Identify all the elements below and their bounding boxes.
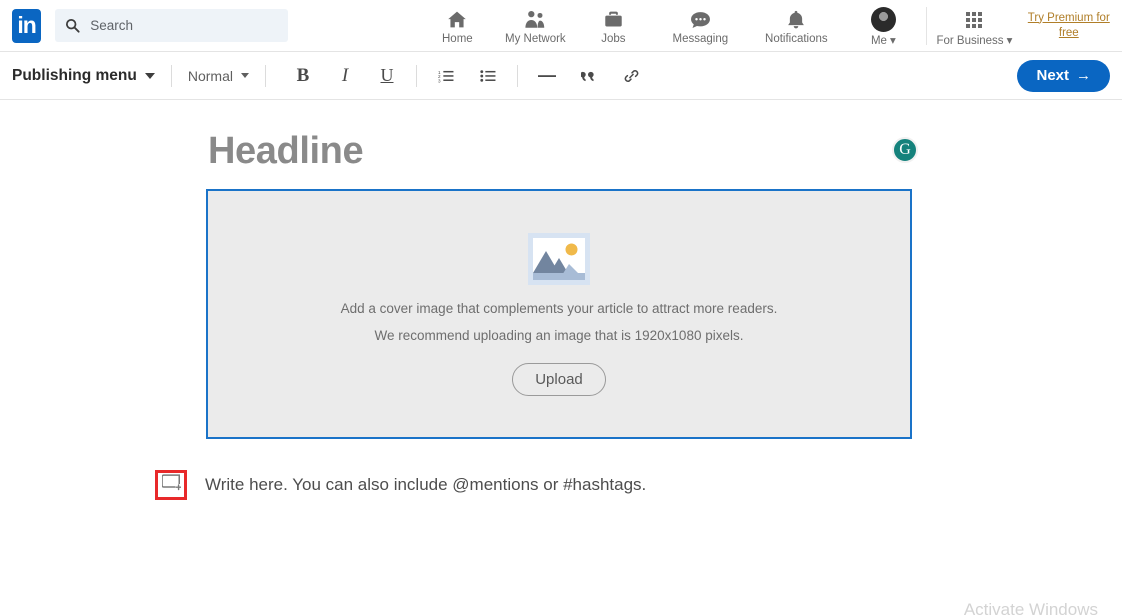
nav-item-home[interactable]: Home [418,4,496,45]
people-icon [523,8,547,31]
headline-input[interactable]: Headline [206,124,912,183]
italic-button[interactable]: I [332,62,358,90]
grammarly-badge-icon[interactable]: G [892,137,918,163]
nav-item-messaging[interactable]: Messaging [652,4,748,45]
nav-label-for-business: For Business ▾ [936,33,1012,47]
bullet-list-button[interactable] [475,62,501,90]
try-premium-link[interactable]: Try Premium for free [1028,11,1110,41]
nav-label-notifications: Notifications [765,33,828,45]
nav-items-group: Home My Network [418,4,922,47]
next-button[interactable]: Next → [1017,60,1110,92]
chevron-down-icon-business: ▾ [1007,33,1013,47]
home-icon [446,8,468,31]
add-content-block-icon [162,474,181,496]
nav-label-home: Home [442,33,473,45]
search-icon [65,18,80,33]
nav-label-messaging: Messaging [673,33,729,45]
publishing-menu-label: Publishing menu [12,67,137,85]
horizontal-rule-button[interactable] [534,62,560,90]
bell-icon [786,8,806,31]
chevron-down-icon-style [241,73,249,78]
cover-image-dropzone[interactable]: Add a cover image that complements your … [206,189,912,439]
cover-instruction-line-2: We recommend uploading an image that is … [375,328,744,343]
upload-button[interactable]: Upload [512,363,606,396]
headline-row: Headline G [206,124,912,183]
toolbar-separator-2 [265,65,266,87]
linkedin-logo-icon[interactable]: in [12,9,41,43]
bold-button[interactable]: B [290,62,316,90]
nav-label-jobs: Jobs [601,33,625,45]
top-navigation-bar: in Search Home [0,0,1122,52]
publishing-menu-dropdown[interactable]: Publishing menu [12,67,155,85]
toolbar-separator-3 [416,65,417,87]
nav-label-my-network: My Network [505,33,566,45]
nav-label-for-business-text: For Business [936,35,1003,47]
nav-item-my-network[interactable]: My Network [496,4,574,45]
svg-text:3: 3 [438,78,441,83]
windows-activation-watermark: Activate Windows [964,600,1098,616]
text-style-dropdown[interactable]: Normal [188,68,249,84]
link-button[interactable] [618,62,644,90]
nav-item-jobs[interactable]: Jobs [574,4,652,45]
briefcase-icon [603,8,624,31]
search-placeholder: Search [90,18,133,33]
cover-instruction-line-1: Add a cover image that complements your … [341,301,778,316]
linkedin-article-editor-page: in Search Home [0,0,1122,616]
editor-toolbar: Publishing menu Normal B I U 1 2 3 [0,52,1122,100]
add-content-block-highlight[interactable] [155,470,187,500]
message-bubble-icon [689,8,712,31]
arrow-right-icon: → [1076,67,1091,84]
quote-button[interactable] [576,62,602,90]
chevron-down-icon-publishing [145,73,155,79]
nav-divider [926,7,927,45]
article-editor-body: Headline G Add a cover image that comple… [0,100,1122,500]
nav-label-me: Me▾ [871,33,896,47]
nav-item-notifications[interactable]: Notifications [748,4,844,45]
next-button-label: Next [1036,67,1069,84]
image-placeholder-icon [528,233,590,285]
nav-item-me[interactable]: Me▾ [844,4,922,47]
text-style-label: Normal [188,68,233,84]
toolbar-separator-1 [171,65,172,87]
underline-button[interactable]: U [374,62,400,90]
ordered-list-button[interactable]: 1 2 3 [433,62,459,90]
article-body-row: Write here. You can also include @mentio… [155,470,1122,500]
nav-label-me-text: Me [871,35,887,47]
grid-apps-icon [966,8,982,31]
article-body-input[interactable]: Write here. You can also include @mentio… [205,475,646,495]
search-input[interactable]: Search [55,9,288,42]
avatar [871,8,896,31]
toolbar-separator-4 [517,65,518,87]
chevron-down-icon: ▾ [890,33,896,47]
avatar-image [871,7,896,32]
nav-item-for-business[interactable]: For Business ▾ [933,4,1015,47]
